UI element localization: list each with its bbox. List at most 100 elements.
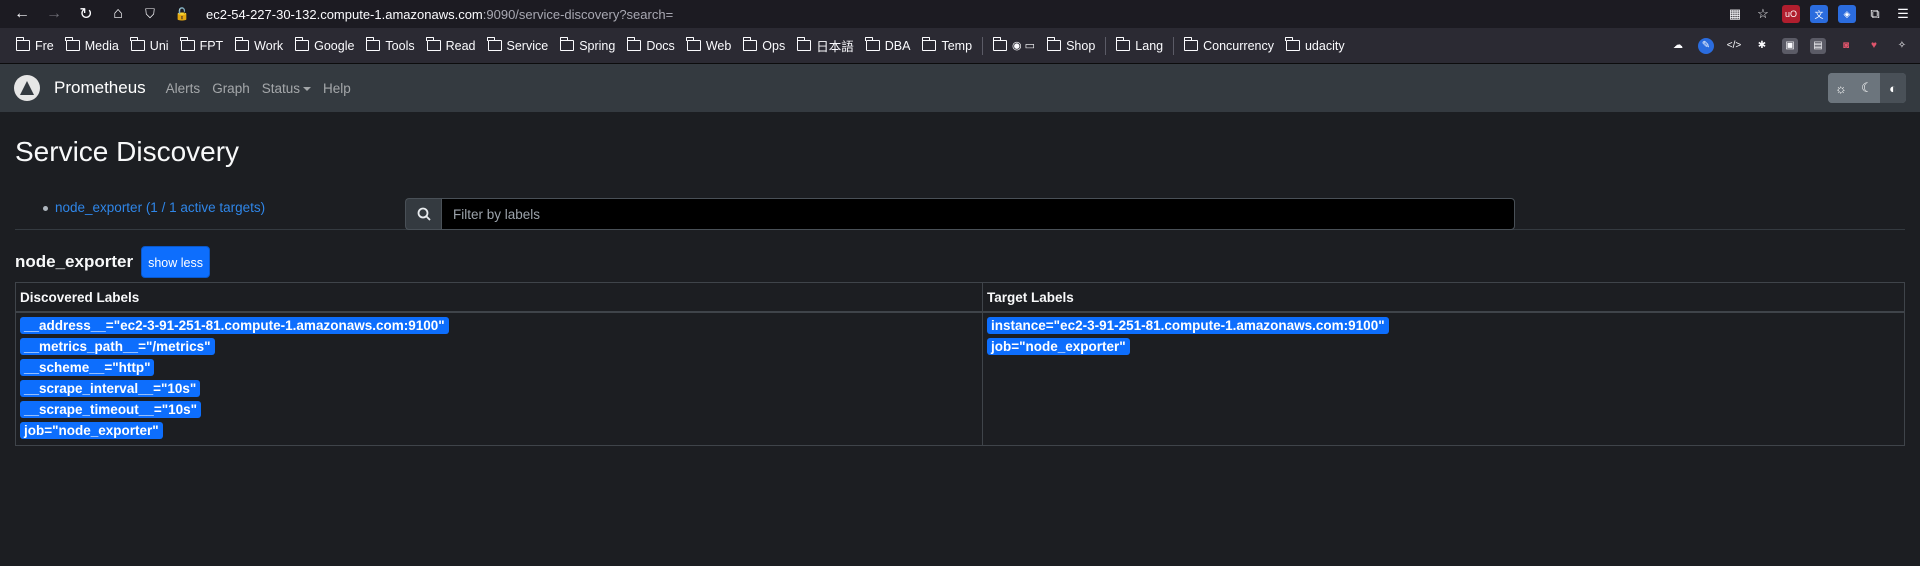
bookmark-folder[interactable]: Media bbox=[60, 34, 125, 58]
nav-help[interactable]: Help bbox=[323, 81, 351, 96]
job-name: node_exporter bbox=[15, 252, 134, 271]
folder-icon bbox=[1183, 37, 1199, 51]
prometheus-logo-icon[interactable] bbox=[14, 75, 40, 101]
bookmark-label: Work bbox=[254, 38, 284, 53]
extensions-icon[interactable]: ⧉ bbox=[1866, 5, 1884, 23]
bookmark-folder[interactable]: Web bbox=[681, 34, 737, 58]
menu-icon[interactable]: ☰ bbox=[1894, 5, 1912, 23]
nav-alerts[interactable]: Alerts bbox=[166, 81, 201, 96]
folder-icon bbox=[180, 37, 195, 51]
camera-icon[interactable]: ◙ bbox=[1838, 38, 1854, 54]
sun-icon[interactable]: ☼ bbox=[1828, 73, 1854, 103]
moon-icon[interactable]: ☾ bbox=[1854, 73, 1880, 103]
show-less-button[interactable]: show less bbox=[141, 246, 210, 278]
folder-icon bbox=[865, 37, 880, 51]
bookmark-folder[interactable]: DBA bbox=[860, 34, 917, 58]
contrast-icon[interactable]: ◐ bbox=[1880, 73, 1906, 103]
pen-extension-icon[interactable]: ✎ bbox=[1698, 37, 1714, 54]
bookmark-folder[interactable]: ◉ ▭ bbox=[987, 34, 1041, 58]
bookmark-star-icon[interactable]: ☆ bbox=[1754, 5, 1772, 23]
lock-icon[interactable]: 🔓 bbox=[168, 0, 196, 28]
folder-icon bbox=[1115, 37, 1131, 51]
bookmark-label: Temp bbox=[941, 38, 973, 53]
bug-icon[interactable]: ✱ bbox=[1754, 38, 1770, 54]
wrench-icon[interactable]: ✧ bbox=[1894, 38, 1910, 54]
folder-icon bbox=[294, 37, 310, 51]
bookmark-label: Tools bbox=[385, 38, 415, 53]
job-header: node_exporter show less bbox=[15, 246, 1905, 278]
ublock-icon[interactable]: uO bbox=[1782, 5, 1800, 23]
folder-icon bbox=[1046, 37, 1062, 51]
bookmark-label: Service bbox=[506, 38, 549, 53]
folder-icon bbox=[15, 37, 30, 51]
forward-icon[interactable]: → bbox=[40, 0, 68, 28]
address-bar[interactable]: ec2-54-227-30-132.compute-1.amazonaws.co… bbox=[206, 7, 673, 22]
bookmark-folder[interactable]: 日本語 bbox=[791, 34, 860, 58]
bookmark-folder[interactable]: Lang bbox=[1110, 34, 1169, 58]
folder-icon bbox=[921, 37, 937, 51]
code-icon[interactable]: </> bbox=[1726, 38, 1742, 54]
bookmark-folder[interactable]: FPT bbox=[175, 34, 230, 58]
bitwarden-icon[interactable]: ◈ bbox=[1838, 5, 1856, 23]
label-badge: job="node_exporter" bbox=[20, 422, 163, 439]
bookmark-folder[interactable]: Google bbox=[289, 34, 360, 58]
qr-icon[interactable]: ▦ bbox=[1726, 5, 1744, 23]
bookmark-folder[interactable]: Spring bbox=[554, 34, 621, 58]
bookmark-label: Fre bbox=[35, 38, 54, 53]
bookmark-folder[interactable]: Service bbox=[482, 34, 555, 58]
bookmark-folder[interactable]: udacity bbox=[1280, 34, 1351, 58]
nav-status-label: Status bbox=[261, 80, 300, 96]
page-title: Service Discovery bbox=[15, 136, 240, 167]
folder-icon bbox=[487, 37, 502, 51]
back-icon[interactable]: ← bbox=[8, 0, 36, 28]
label-badge: __scheme__="http" bbox=[20, 359, 155, 376]
bookmark-label: Web bbox=[705, 38, 732, 53]
brand-name[interactable]: Prometheus bbox=[54, 78, 146, 98]
url-path: :9090/service-discovery?search= bbox=[482, 6, 674, 22]
reload-icon[interactable]: ↻ bbox=[72, 0, 100, 28]
bookmark-folder[interactable]: Temp bbox=[916, 34, 978, 58]
bookmark-folder[interactable]: Fre bbox=[10, 34, 60, 58]
bookmark-separator bbox=[982, 36, 984, 55]
folder-icon bbox=[796, 37, 812, 51]
bookmark-folder[interactable]: Concurrency bbox=[1178, 34, 1280, 58]
browser-toolbar: ← → ↻ ⌂ ⛉ 🔓 ec2-54-227-30-132.compute-1.… bbox=[0, 0, 1920, 28]
folder-icon bbox=[1285, 37, 1300, 51]
bookmark-label: Spring bbox=[579, 38, 616, 53]
bookmark-folder[interactable]: Docs bbox=[621, 34, 680, 58]
bookmark-label: Ops bbox=[762, 38, 786, 53]
target-labels-header: Target Labels bbox=[982, 282, 1905, 313]
translate-icon[interactable]: 文 bbox=[1810, 5, 1828, 23]
bookmark-folder[interactable]: Tools bbox=[360, 34, 420, 58]
label-badge: __scrape_timeout__="10s" bbox=[20, 401, 202, 418]
bookmark-label: Google bbox=[314, 38, 355, 53]
main-content: Service Discovery node_exporter (1 / 1 a… bbox=[0, 136, 1920, 446]
nav-graph[interactable]: Graph bbox=[212, 81, 250, 96]
label-badge: instance="ec2-3-91-251-81.compute-1.amaz… bbox=[987, 317, 1389, 334]
job-link-node-exporter[interactable]: node_exporter (1 / 1 active targets) bbox=[43, 200, 1905, 215]
bookmark-label: DBA bbox=[884, 38, 911, 53]
bookmark-label: 日本語 bbox=[816, 40, 854, 54]
nav-status-dropdown[interactable]: Status bbox=[262, 81, 311, 96]
notification-extension-icon[interactable]: ▣ bbox=[1782, 37, 1798, 54]
job-list: node_exporter (1 / 1 active targets) bbox=[43, 200, 1905, 215]
heart-extension-icon[interactable]: ♥ bbox=[1866, 38, 1882, 54]
bookmark-label: Shop bbox=[1066, 38, 1096, 53]
counter-extension-icon[interactable]: ▤ bbox=[1810, 37, 1826, 54]
bookmark-folder[interactable]: Ops bbox=[737, 34, 791, 58]
shield-icon[interactable]: ⛉ bbox=[136, 0, 164, 28]
label-badge: __scrape_interval__="10s" bbox=[20, 380, 201, 397]
cloud-extension-icon[interactable]: ☁ bbox=[1670, 38, 1686, 54]
folder-icon bbox=[686, 37, 701, 51]
bookmark-folder[interactable]: Work bbox=[229, 34, 289, 58]
bookmark-folder[interactable]: Read bbox=[421, 34, 482, 58]
home-icon[interactable]: ⌂ bbox=[104, 0, 132, 28]
bookmark-folder[interactable]: Shop bbox=[1041, 34, 1101, 58]
url-host: ec2-54-227-30-132.compute-1.amazonaws.co… bbox=[206, 6, 483, 22]
labels-table: Discovered Labels Target Labels __addres… bbox=[15, 282, 1905, 446]
folder-icon bbox=[742, 37, 758, 51]
bookmark-separator bbox=[1173, 36, 1175, 55]
bookmark-separator bbox=[1105, 36, 1107, 55]
folder-icon bbox=[365, 37, 381, 51]
bookmark-folder[interactable]: Uni bbox=[125, 34, 175, 58]
